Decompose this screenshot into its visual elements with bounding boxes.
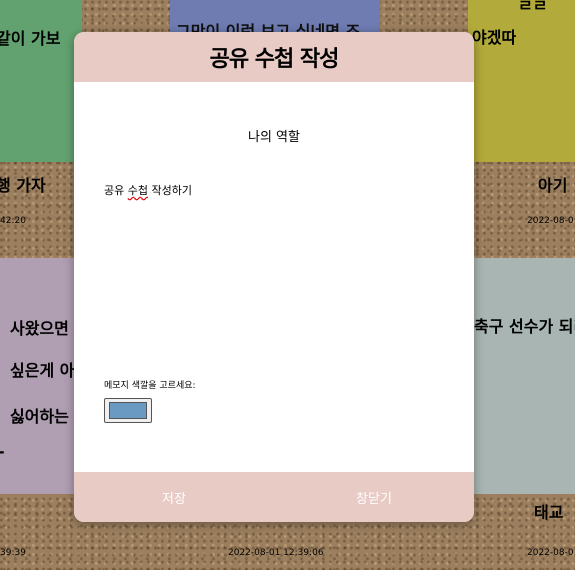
note-line: ㄹㄹ bbox=[518, 0, 548, 15]
color-picker[interactable] bbox=[104, 398, 152, 423]
note-date: 42:20 bbox=[0, 216, 26, 226]
modal-header: 공유 수첩 작성 bbox=[74, 32, 474, 82]
modal-footer: 저장 창닫기 bbox=[74, 472, 474, 522]
note-top-middle[interactable]: 그만이 이런 보고 싶네면 조 bbox=[170, 0, 380, 32]
note-line: 축구 선수가 되리 bbox=[474, 317, 575, 336]
note-bottom-right[interactable]: 축구 선수가 되리 bbox=[474, 258, 575, 494]
note-line: 그만이 이런 보고 싶네면 조 bbox=[176, 22, 361, 32]
note-line: 같이 가보 bbox=[0, 29, 61, 48]
note-line: 싫어하는 bbox=[10, 407, 69, 426]
note-date: 39:39 bbox=[0, 548, 26, 558]
note-line: 사왔으면 bbox=[10, 319, 69, 338]
note-top-right[interactable]: ㄹㄹ 야겠따 bbox=[468, 0, 575, 162]
role-label: 나의 역할 bbox=[248, 130, 300, 145]
memo-text: 작성하기 bbox=[148, 184, 192, 197]
note-top-left[interactable]: 같이 가보 bbox=[0, 0, 82, 162]
color-picker-label: 메모지 색깔을 고르세요: bbox=[104, 381, 196, 391]
save-button[interactable]: 저장 bbox=[74, 472, 274, 522]
memo-text-misspelled: 수첩 bbox=[127, 184, 148, 197]
note-date: 2022-08-0 bbox=[527, 216, 574, 226]
note-line: - bbox=[0, 442, 5, 461]
note-bottom-left[interactable]: 사왔으면 싶은게 아 싫어하는 - bbox=[0, 258, 74, 494]
note-line: 야겠따 bbox=[472, 28, 517, 47]
note-date: 2022-08-01 12:39:06 bbox=[228, 548, 324, 558]
memo-text: 공유 bbox=[104, 184, 128, 197]
note-editor-modal: 공유 수첩 작성 나의 역할 공유 수첩 작성하기 메모지 색깔을 고르세요: … bbox=[74, 32, 474, 522]
note-line: 행 가자 bbox=[0, 176, 46, 195]
modal-title: 공유 수첩 작성 bbox=[209, 47, 340, 72]
note-line: 태교 bbox=[534, 503, 564, 522]
note-line: 아기 bbox=[538, 176, 568, 195]
color-swatch bbox=[109, 402, 147, 419]
note-line: 싶은게 아 bbox=[10, 361, 74, 380]
close-button[interactable]: 창닫기 bbox=[274, 472, 474, 522]
note-date: 2022-08-0 bbox=[527, 548, 574, 558]
memo-textarea[interactable]: 공유 수첩 작성하기 bbox=[104, 182, 444, 362]
